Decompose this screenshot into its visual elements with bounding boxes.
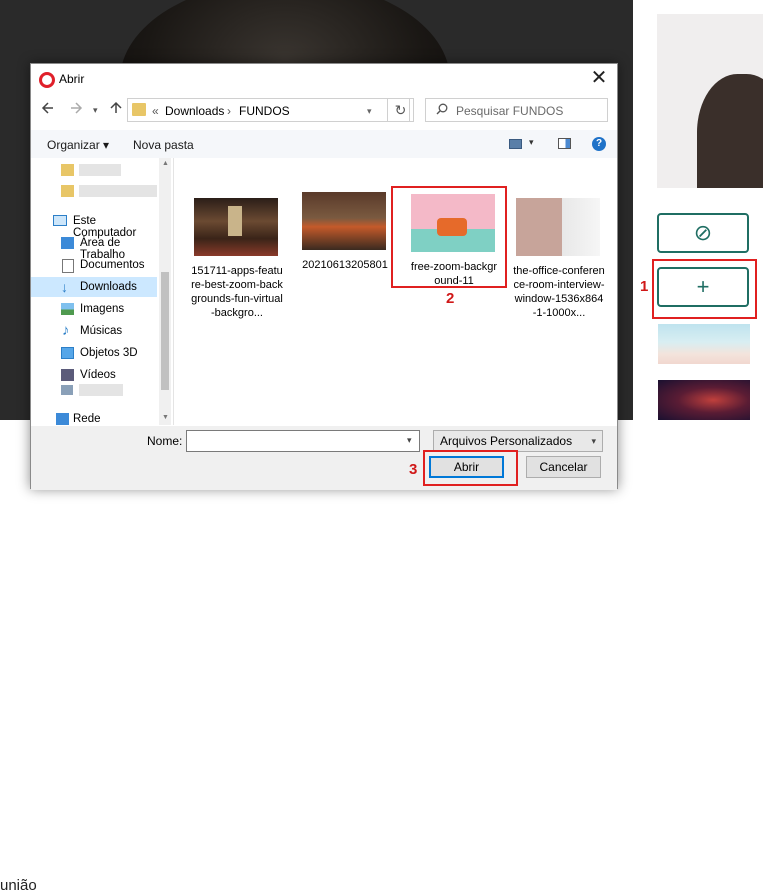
breadcrumb-overflow[interactable]: « bbox=[152, 104, 159, 118]
file-name: 20210613205801 bbox=[302, 259, 388, 271]
new-folder-button[interactable]: Nova pasta bbox=[133, 138, 194, 152]
self-preview bbox=[657, 14, 763, 188]
file-type-select[interactable]: Arquivos Personalizados ▾ bbox=[433, 430, 603, 452]
sidebar-item-label: Vídeos bbox=[80, 369, 116, 381]
file-thumbnail bbox=[302, 192, 386, 250]
up-arrow-icon[interactable] bbox=[109, 101, 123, 118]
quick-access-folder-icon bbox=[61, 185, 74, 197]
sidebar-item-music[interactable]: ♪ Músicas bbox=[31, 321, 157, 341]
dialog-titlebar: Abrir ✕ bbox=[31, 64, 617, 94]
sidebar-item-label: Documentos bbox=[80, 259, 145, 271]
open-file-dialog: Abrir ✕ ▾ « Downloads › FUNDOS ▾ ↻ Pesqu… bbox=[30, 63, 618, 490]
help-icon[interactable]: ? bbox=[592, 137, 606, 151]
hallway-light bbox=[228, 206, 242, 236]
background-thumb-space[interactable] bbox=[658, 380, 750, 420]
music-icon: ♪ bbox=[62, 322, 70, 339]
redacted-drive-name bbox=[79, 384, 123, 396]
bottom-partial-text: união bbox=[0, 877, 37, 894]
file-thumbnail bbox=[194, 198, 278, 256]
forward-arrow-icon[interactable] bbox=[69, 101, 83, 118]
step-1-label: 1 bbox=[640, 278, 649, 295]
sidebar-item-videos[interactable]: Vídeos bbox=[31, 365, 157, 385]
refresh-button[interactable]: ↻ bbox=[387, 98, 414, 122]
sidebar-item-downloads[interactable]: ↓ Downloads bbox=[31, 277, 157, 297]
file-name: 151711-apps-feature-best-zoom-background… bbox=[191, 265, 283, 319]
network-icon bbox=[56, 413, 69, 425]
redacted-folder-name bbox=[79, 164, 121, 176]
navigation-pane: Este Computador Área de Trabalho Documen… bbox=[31, 158, 174, 425]
scroll-up-icon[interactable]: ▲ bbox=[162, 160, 169, 167]
computer-icon bbox=[53, 215, 67, 226]
scroll-down-icon[interactable]: ▼ bbox=[162, 414, 169, 421]
3d-objects-icon bbox=[61, 347, 74, 359]
opera-icon bbox=[39, 72, 55, 88]
step-3-label: 3 bbox=[409, 461, 418, 478]
dialog-title: Abrir bbox=[59, 72, 85, 86]
sidebar-item-documents[interactable]: Documentos bbox=[31, 255, 157, 275]
refresh-icon: ↻ bbox=[394, 102, 407, 118]
filename-dropdown-icon[interactable]: ▾ bbox=[407, 435, 412, 446]
sidebar-item-label: Músicas bbox=[80, 325, 123, 337]
breadcrumb-separator: › bbox=[227, 104, 231, 118]
sidebar-item-3d-objects[interactable]: Objetos 3D bbox=[31, 343, 157, 363]
sidebar-item-desktop[interactable]: Área de Trabalho bbox=[31, 233, 157, 261]
address-dropdown-icon[interactable]: ▾ bbox=[367, 106, 372, 117]
drive-icon bbox=[61, 385, 73, 395]
sidebar-item-computer[interactable]: Este Computador bbox=[31, 211, 157, 239]
search-icon bbox=[436, 103, 448, 118]
videos-icon bbox=[61, 369, 74, 381]
sidebar-item-images[interactable]: Imagens bbox=[31, 299, 157, 319]
sidebar-item-label: Objetos 3D bbox=[80, 347, 138, 359]
address-bar[interactable]: « Downloads › FUNDOS ▾ bbox=[127, 98, 410, 122]
sidebar-item-label: Rede bbox=[73, 413, 101, 425]
file-name: the-office-conference-room-interview-win… bbox=[513, 265, 605, 319]
quick-access-folder-icon bbox=[61, 164, 74, 176]
step-2-label: 2 bbox=[446, 290, 455, 307]
background-thumb-sea[interactable] bbox=[658, 324, 750, 364]
search-box[interactable]: Pesquisar FUNDOS bbox=[425, 98, 608, 122]
filename-input[interactable] bbox=[186, 430, 420, 452]
sidebar-item-network[interactable]: Rede bbox=[31, 409, 157, 425]
breadcrumb-downloads[interactable]: Downloads bbox=[165, 104, 224, 118]
view-options-icon[interactable] bbox=[509, 139, 522, 149]
documents-icon bbox=[62, 259, 74, 273]
file-thumbnail bbox=[516, 198, 600, 256]
search-placeholder: Pesquisar FUNDOS bbox=[456, 104, 564, 118]
sidebar-item-label: Downloads bbox=[80, 281, 137, 293]
no-background-button[interactable]: ⊘ bbox=[657, 213, 749, 253]
folder-icon bbox=[132, 103, 146, 116]
recent-locations-chevron-icon[interactable]: ▾ bbox=[93, 105, 98, 116]
breadcrumb-fundos[interactable]: FUNDOS bbox=[239, 104, 290, 118]
cancel-button[interactable]: Cancelar bbox=[526, 456, 601, 478]
back-arrow-icon[interactable] bbox=[41, 101, 55, 118]
highlight-file bbox=[391, 186, 507, 288]
dialog-toolbar: Organizar ▾ Nova pasta ▾ ? bbox=[31, 130, 617, 158]
downloads-icon: ↓ bbox=[61, 279, 68, 295]
desktop-icon bbox=[61, 237, 74, 249]
self-preview-person bbox=[697, 74, 763, 188]
chevron-down-icon: ▾ bbox=[591, 436, 596, 446]
block-icon: ⊘ bbox=[693, 220, 713, 245]
sidebar-item-label: Imagens bbox=[80, 303, 125, 315]
sidebar-scrollbar[interactable]: ▲ ▼ bbox=[159, 158, 171, 425]
file-type-value: Arquivos Personalizados bbox=[440, 434, 573, 448]
close-button[interactable]: ✕ bbox=[587, 66, 611, 90]
organize-menu[interactable]: Organizar ▾ bbox=[47, 138, 109, 152]
images-icon bbox=[61, 303, 74, 315]
highlight-open-button bbox=[423, 450, 518, 486]
highlight-add-button bbox=[652, 259, 757, 319]
navigation-bar: ▾ « Downloads › FUNDOS ▾ ↻ Pesquisar FUN… bbox=[31, 96, 617, 126]
scrollbar-thumb[interactable] bbox=[161, 272, 169, 390]
filename-label: Nome: bbox=[147, 434, 183, 448]
preview-pane-icon[interactable] bbox=[558, 138, 571, 149]
redacted-folder-name bbox=[79, 185, 157, 197]
view-dropdown-icon[interactable]: ▾ bbox=[529, 137, 534, 148]
dialog-footer: Nome: ▾ Arquivos Personalizados ▾ Abrir … bbox=[31, 426, 617, 490]
